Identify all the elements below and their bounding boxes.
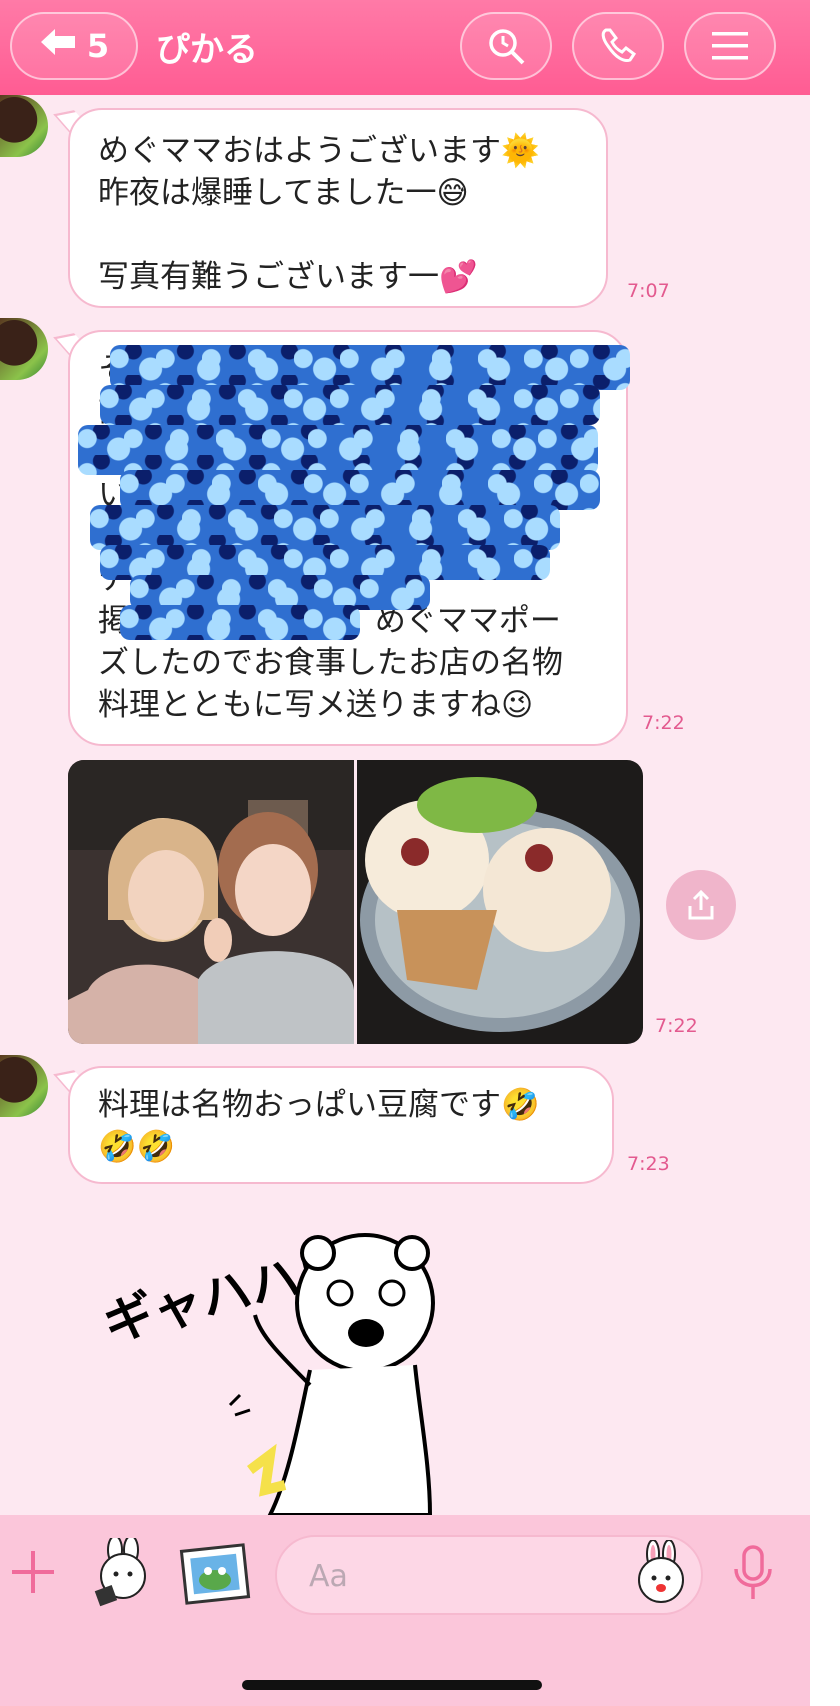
message-line: 料理は名物おっぱい豆腐です🤣 [98, 1087, 540, 1123]
home-indicator [242, 1680, 542, 1690]
search-button[interactable] [460, 12, 552, 80]
redaction-mark [78, 425, 598, 475]
message-line [98, 214, 578, 256]
back-button[interactable]: 5 [10, 12, 138, 80]
redaction-mark [120, 470, 600, 510]
message-time: 7:07 [627, 280, 670, 302]
sender-avatar[interactable] [0, 1055, 48, 1117]
photo-tofu-dish[interactable] [357, 760, 643, 1044]
bunny-sticker-icon [94, 1535, 146, 1607]
sender-avatar[interactable] [0, 95, 48, 157]
phone-icon [601, 28, 637, 62]
message-bubble[interactable]: めぐママおはようございます🌞 昨夜は爆睡してました一😅 写真有難うございます一💕 [68, 108, 608, 308]
unread-count: 5 [86, 27, 110, 65]
redaction-mark [90, 505, 560, 550]
message-line: 🤣🤣 [98, 1129, 176, 1165]
hamburger-menu-icon [712, 32, 748, 60]
share-icon [688, 889, 714, 920]
photo-selfie[interactable] [68, 760, 354, 1044]
message-line: めぐママおはようございます🌞 [98, 133, 540, 169]
message-time: 7:23 [627, 1153, 670, 1175]
redaction-mark [110, 345, 630, 390]
screen-edge [810, 0, 840, 1706]
message-line: ズしたのでお食事したお店の名物 [98, 645, 563, 681]
microphone-button[interactable] [728, 1543, 778, 1603]
image-frog-icon [179, 1543, 251, 1605]
share-button[interactable] [666, 870, 736, 940]
input-placeholder: Aa [309, 1559, 348, 1594]
menu-button[interactable] [684, 12, 776, 80]
message-bubble[interactable]: 料理は名物おっぱい豆腐です🤣 🤣🤣 [68, 1066, 614, 1184]
message-line: 料理とともに写メ送りますね😉 [98, 687, 534, 723]
photo-button[interactable] [178, 1538, 252, 1610]
redaction-mark [120, 605, 360, 640]
sticker-button[interactable] [85, 1535, 159, 1610]
microphone-icon [734, 1545, 772, 1599]
message-time: 7:22 [655, 1015, 698, 1037]
message-line: 昨夜は爆睡してました一😅 [98, 175, 469, 211]
emoji-button[interactable] [632, 1539, 690, 1604]
message-time: 7:22 [642, 712, 685, 734]
sticker-laughing-bear[interactable]: ギャハハ!! [98, 1215, 500, 1515]
back-arrow-icon [39, 26, 77, 66]
plus-icon [12, 1551, 54, 1593]
chat-title: ぴかる [156, 30, 258, 70]
search-icon [489, 29, 525, 65]
chat-header: 5 ぴかる [0, 0, 810, 95]
sender-avatar[interactable] [0, 318, 48, 380]
add-button[interactable] [8, 1547, 58, 1597]
message-line: 写真有難うございます一💕 [98, 259, 478, 295]
bunny-emoji-icon [638, 1539, 684, 1603]
redaction-mark [100, 385, 600, 425]
call-button[interactable] [572, 12, 664, 80]
